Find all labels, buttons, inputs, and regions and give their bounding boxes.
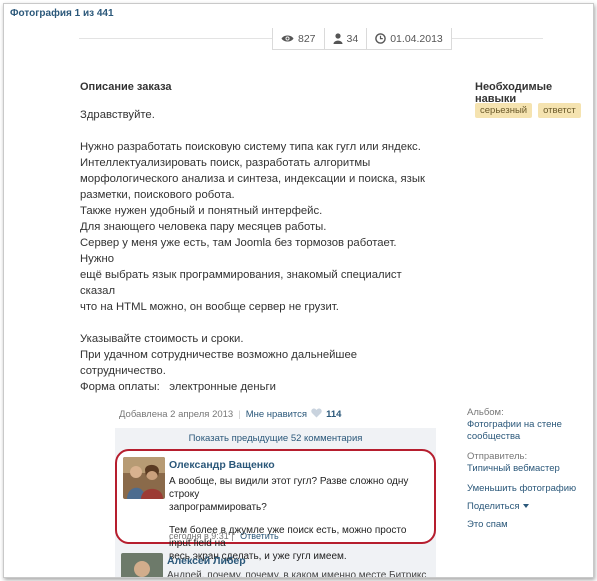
text-line: что на HTML можно, он вообще сервер не г… xyxy=(80,301,339,313)
heart-icon[interactable] xyxy=(311,408,322,421)
skill-tag[interactable]: серьезный xyxy=(475,103,533,118)
sender-link[interactable]: Типичный вебмастер xyxy=(467,463,587,475)
skills-title: Необходимые навыки xyxy=(475,81,553,105)
share-label: Поделиться xyxy=(467,501,520,512)
divider xyxy=(79,38,272,39)
skill-tag[interactable]: ответст xyxy=(538,103,581,118)
post-meta: Добавлена 2 апреля 2013 | Мне нравится 1… xyxy=(119,408,342,421)
photo-counter[interactable]: Фотография 1 из 441 xyxy=(10,8,114,19)
report-spam-button[interactable]: Это спам xyxy=(467,519,587,531)
photo-sidebar: Альбом: Фотографии на стене сообщества О… xyxy=(467,407,587,537)
order-description: Здравствуйте. Нужно разработать поискову… xyxy=(80,107,430,395)
views-count: 827 xyxy=(298,32,316,45)
comment-author[interactable]: Алексей Либер xyxy=(167,555,246,567)
photo-viewer: Фотография 1 из 441 827 34 01.04.2013 Оп… xyxy=(3,3,594,578)
comment-footer: сегодня в 9:31 | Ответить xyxy=(169,531,279,541)
text-line: Также нужен удобный и понятный интерфейс… xyxy=(80,205,323,217)
highlighted-comment: Олександр Ващенко А вообще, вы видили эт… xyxy=(115,449,436,562)
comment: Алексей Либер Андрей, почему, почему, в … xyxy=(115,549,436,578)
sender-label: Отправитель: xyxy=(467,451,528,462)
clock-icon xyxy=(375,33,387,44)
photo-date: 01.04.2013 xyxy=(390,32,443,45)
comment-author[interactable]: Олександр Ващенко xyxy=(169,459,275,471)
album-link[interactable]: Фотографии на стене сообщества xyxy=(467,419,587,443)
text-line: Здравствуйте. xyxy=(80,109,155,121)
text-line: Сервер у меня уже есть, там Joomla без т… xyxy=(80,237,397,265)
views-stat: 827 xyxy=(273,28,324,49)
screenshot-frame: Фотография 1 из 441 827 34 01.04.2013 Оп… xyxy=(0,0,597,581)
user-icon xyxy=(333,33,343,44)
avatar[interactable] xyxy=(123,457,165,499)
shrink-photo-button[interactable]: Уменьшить фотографию xyxy=(467,483,587,495)
users-count: 34 xyxy=(346,32,359,45)
text-line: Указывайте стоимость и сроки. xyxy=(80,333,244,345)
comment-text: Андрей, почему, почему, в каком именно м… xyxy=(167,570,427,578)
share-button[interactable]: Поделиться xyxy=(467,501,587,513)
show-previous-comments[interactable]: Показать предыдущие 52 комментария xyxy=(115,433,436,444)
text-line: Нужно разработать поисковую систему типа… xyxy=(80,141,421,153)
text-line: При удачном сотрудничестве возможно даль… xyxy=(80,349,358,377)
text-line: Для знающего человека пару месяцев работ… xyxy=(80,221,327,233)
text-line: запрограммировать? xyxy=(169,502,267,513)
like-button[interactable]: Мне нравится xyxy=(246,409,307,420)
text-line: морфологического анализа и синтеза, инде… xyxy=(80,173,425,185)
comment-time[interactable]: сегодня в 9:31 xyxy=(169,531,229,541)
eye-icon xyxy=(281,35,294,42)
users-stat: 34 xyxy=(323,28,367,49)
text-line: Интеллектуализировать поиск, разработать… xyxy=(80,157,371,169)
avatar[interactable] xyxy=(121,553,163,577)
payment-label: Форма оплаты: xyxy=(80,381,160,393)
reply-button[interactable]: Ответить xyxy=(240,531,278,541)
sender-info: Отправитель: Типичный вебмастер xyxy=(467,451,587,475)
chevron-down-icon xyxy=(523,504,530,509)
payment-info: Форма оплаты: электронные деньги xyxy=(80,379,430,395)
text-line: разметки, поискового робота. xyxy=(80,189,235,201)
album-label: Альбом: xyxy=(467,407,504,418)
photo-stats: 827 34 01.04.2013 xyxy=(272,28,452,50)
likes-count[interactable]: 114 xyxy=(326,409,341,420)
payment-value: электронные деньги xyxy=(169,381,276,393)
text-line: А вообще, вы видили этот гугл? Разве сло… xyxy=(169,476,409,500)
skills-tags: серьезный ответст xyxy=(475,103,581,118)
divider xyxy=(443,38,543,39)
date-stat: 01.04.2013 xyxy=(366,28,451,49)
text-line: ещё выбрать язык программирования, знако… xyxy=(80,269,402,297)
post-added-date: Добавлена 2 апреля 2013 xyxy=(119,409,234,420)
order-description-title: Описание заказа xyxy=(80,81,172,93)
album-info: Альбом: Фотографии на стене сообщества xyxy=(467,407,587,443)
